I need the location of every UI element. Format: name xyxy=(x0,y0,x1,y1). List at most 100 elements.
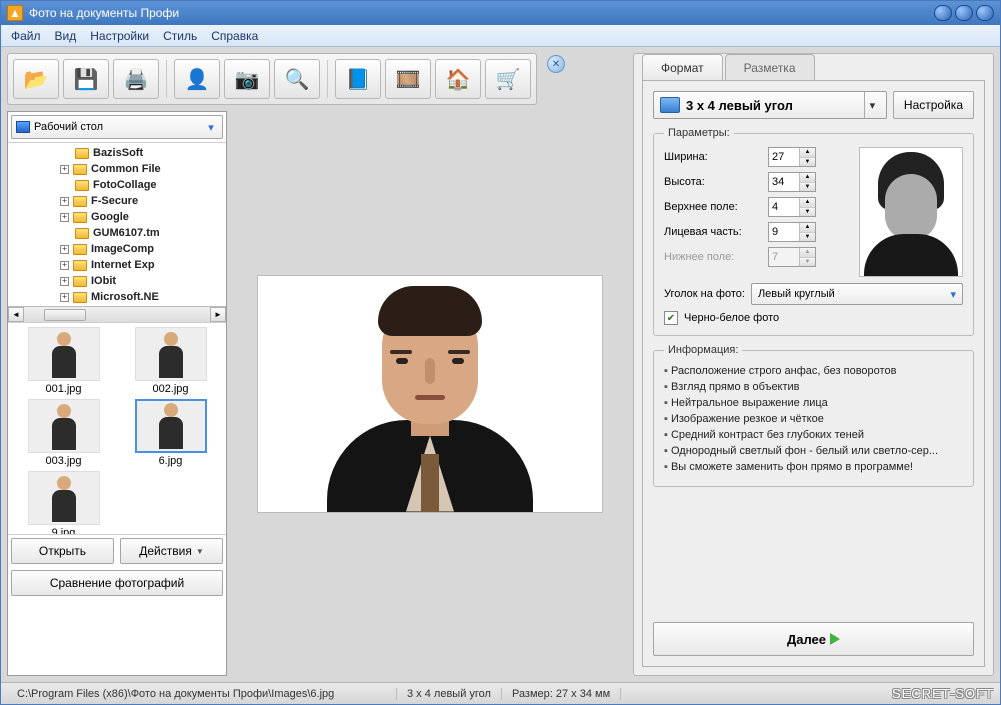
thumbnail[interactable]: 003.jpg xyxy=(12,399,115,467)
spin-up-icon[interactable]: ▲ xyxy=(800,223,815,233)
compare-photos-button[interactable]: Сравнение фотографий xyxy=(11,570,223,596)
width-spinner[interactable]: ▲▼ xyxy=(768,147,816,167)
corner-label: Уголок на фото: xyxy=(664,288,745,300)
tree-item[interactable]: +Microsoft.NE xyxy=(8,289,226,305)
status-size: Размер: 27 x 34 мм xyxy=(502,688,621,700)
thumbnail-image xyxy=(135,399,207,453)
spin-down-icon[interactable]: ▼ xyxy=(800,158,815,167)
folder-icon xyxy=(75,180,89,191)
spin-up-icon: ▲ xyxy=(800,248,815,258)
face-detection-icon[interactable]: 👤 xyxy=(174,59,220,99)
expand-icon[interactable]: + xyxy=(60,261,69,270)
tree-item[interactable]: +Internet Exp xyxy=(8,257,226,273)
spin-up-icon[interactable]: ▲ xyxy=(800,148,815,158)
main-toolbar: 📂 💾 🖨️ 👤 📷 🔍 📘 🎞️ 🏠 🛒 xyxy=(7,53,537,105)
expand-icon[interactable]: + xyxy=(60,245,69,254)
maximize-button[interactable] xyxy=(955,5,973,21)
open-icon[interactable]: 📂 xyxy=(13,59,59,99)
corner-select[interactable]: Левый круглый ▾ xyxy=(751,283,963,305)
thumbnail[interactable]: 9.jpg xyxy=(12,471,115,534)
scroll-left-icon[interactable]: ◄ xyxy=(8,307,24,322)
height-spinner[interactable]: ▲▼ xyxy=(768,172,816,192)
cart-icon[interactable]: 🛒 xyxy=(485,59,531,99)
portrait-graphic xyxy=(328,280,532,512)
format-preset-label: 3 x 4 левый угол xyxy=(686,98,858,113)
menu-help[interactable]: Справка xyxy=(211,29,258,43)
close-window-button[interactable] xyxy=(976,5,994,21)
face-part-input[interactable] xyxy=(769,223,799,241)
tree-item[interactable]: FotoCollage xyxy=(8,177,226,193)
spin-down-icon[interactable]: ▼ xyxy=(800,183,815,192)
preview-area xyxy=(233,111,627,676)
spin-down-icon[interactable]: ▼ xyxy=(800,208,815,217)
status-format: 3 x 4 левый угол xyxy=(397,688,502,700)
spin-up-icon[interactable]: ▲ xyxy=(800,198,815,208)
tree-item[interactable]: +ImageComp xyxy=(8,241,226,257)
menu-view[interactable]: Вид xyxy=(55,29,77,43)
menu-bar: Файл Вид Настройки Стиль Справка xyxy=(1,25,1000,47)
zoom-icon[interactable]: 🔍 xyxy=(274,59,320,99)
print-icon[interactable]: 🖨️ xyxy=(113,59,159,99)
tree-item[interactable]: +IObit xyxy=(8,273,226,289)
sample-photo xyxy=(859,147,963,277)
thumbnail-image xyxy=(28,471,100,525)
expand-icon[interactable]: + xyxy=(60,213,69,222)
tree-scrollbar[interactable]: ◄ ► xyxy=(8,306,226,322)
folder-icon xyxy=(73,164,87,175)
close-toolbar-icon[interactable]: ✕ xyxy=(547,55,565,73)
open-button[interactable]: Открыть xyxy=(11,538,114,564)
tree-item-label: Google xyxy=(91,211,129,223)
expand-icon[interactable]: + xyxy=(60,197,69,206)
save-icon[interactable]: 💾 xyxy=(63,59,109,99)
parameters-group: Параметры: Ширина: ▲▼ Высота: xyxy=(653,127,974,336)
expand-icon[interactable]: + xyxy=(60,293,69,302)
window-title: Фото на документы Профи xyxy=(29,6,931,20)
menu-settings[interactable]: Настройки xyxy=(90,29,149,43)
tree-item-label: FotoCollage xyxy=(93,179,157,191)
expand-icon[interactable]: + xyxy=(60,277,69,286)
tree-item[interactable]: +Common File xyxy=(8,161,226,177)
thumbnail-image xyxy=(28,399,100,453)
home-icon[interactable]: 🏠 xyxy=(435,59,481,99)
menu-style[interactable]: Стиль xyxy=(163,29,197,43)
menu-file[interactable]: Файл xyxy=(11,29,41,43)
format-settings-button[interactable]: Настройка xyxy=(893,91,974,119)
scroll-thumb[interactable] xyxy=(44,309,86,321)
spin-up-icon[interactable]: ▲ xyxy=(800,173,815,183)
next-button[interactable]: Далее xyxy=(653,622,974,656)
thumbnail-caption: 003.jpg xyxy=(12,455,115,467)
spin-down-icon[interactable]: ▼ xyxy=(800,233,815,242)
tree-item[interactable]: GUM6107.tm xyxy=(8,225,226,241)
location-combo[interactable]: Рабочий стол ▾ xyxy=(11,115,223,139)
thumbnail[interactable]: 001.jpg xyxy=(12,327,115,395)
tree-item[interactable]: BazisSoft xyxy=(8,145,226,161)
width-input[interactable] xyxy=(769,148,799,166)
monitor-icon xyxy=(16,121,30,133)
actions-button[interactable]: Действия▼ xyxy=(120,538,223,564)
photo-preview[interactable] xyxy=(257,275,603,513)
height-input[interactable] xyxy=(769,173,799,191)
tree-item[interactable]: + Google xyxy=(8,209,226,225)
top-margin-label: Верхнее поле: xyxy=(664,201,762,213)
minimize-button[interactable] xyxy=(934,5,952,21)
folder-tree[interactable]: BazisSoft+Common File FotoCollage +F-Secur… xyxy=(8,142,226,322)
tab-format[interactable]: Формат xyxy=(642,54,723,81)
window-titlebar: ▲ Фото на документы Профи xyxy=(1,1,1000,25)
face-part-spinner[interactable]: ▲▼ xyxy=(768,222,816,242)
info-item: Однородный светлый фон - белый или светл… xyxy=(664,444,963,460)
format-preset-combo[interactable]: 3 x 4 левый угол ▾ xyxy=(653,91,887,119)
thumbnail[interactable]: 002.jpg xyxy=(119,327,222,395)
camera-icon[interactable]: 📷 xyxy=(224,59,270,99)
thumbnail[interactable]: 6.jpg xyxy=(119,399,222,467)
tab-layout[interactable]: Разметка xyxy=(725,54,815,81)
info-item: Средний контраст без глубоких теней xyxy=(664,428,963,444)
top-margin-input[interactable] xyxy=(769,198,799,216)
scroll-right-icon[interactable]: ► xyxy=(210,307,226,322)
tree-item[interactable]: +F-Secure xyxy=(8,193,226,209)
expand-icon[interactable]: + xyxy=(60,165,69,174)
top-margin-spinner[interactable]: ▲▼ xyxy=(768,197,816,217)
parameters-legend: Параметры: xyxy=(664,127,734,139)
video-icon[interactable]: 🎞️ xyxy=(385,59,431,99)
bw-checkbox[interactable]: ✔ xyxy=(664,311,678,325)
help-icon[interactable]: 📘 xyxy=(335,59,381,99)
